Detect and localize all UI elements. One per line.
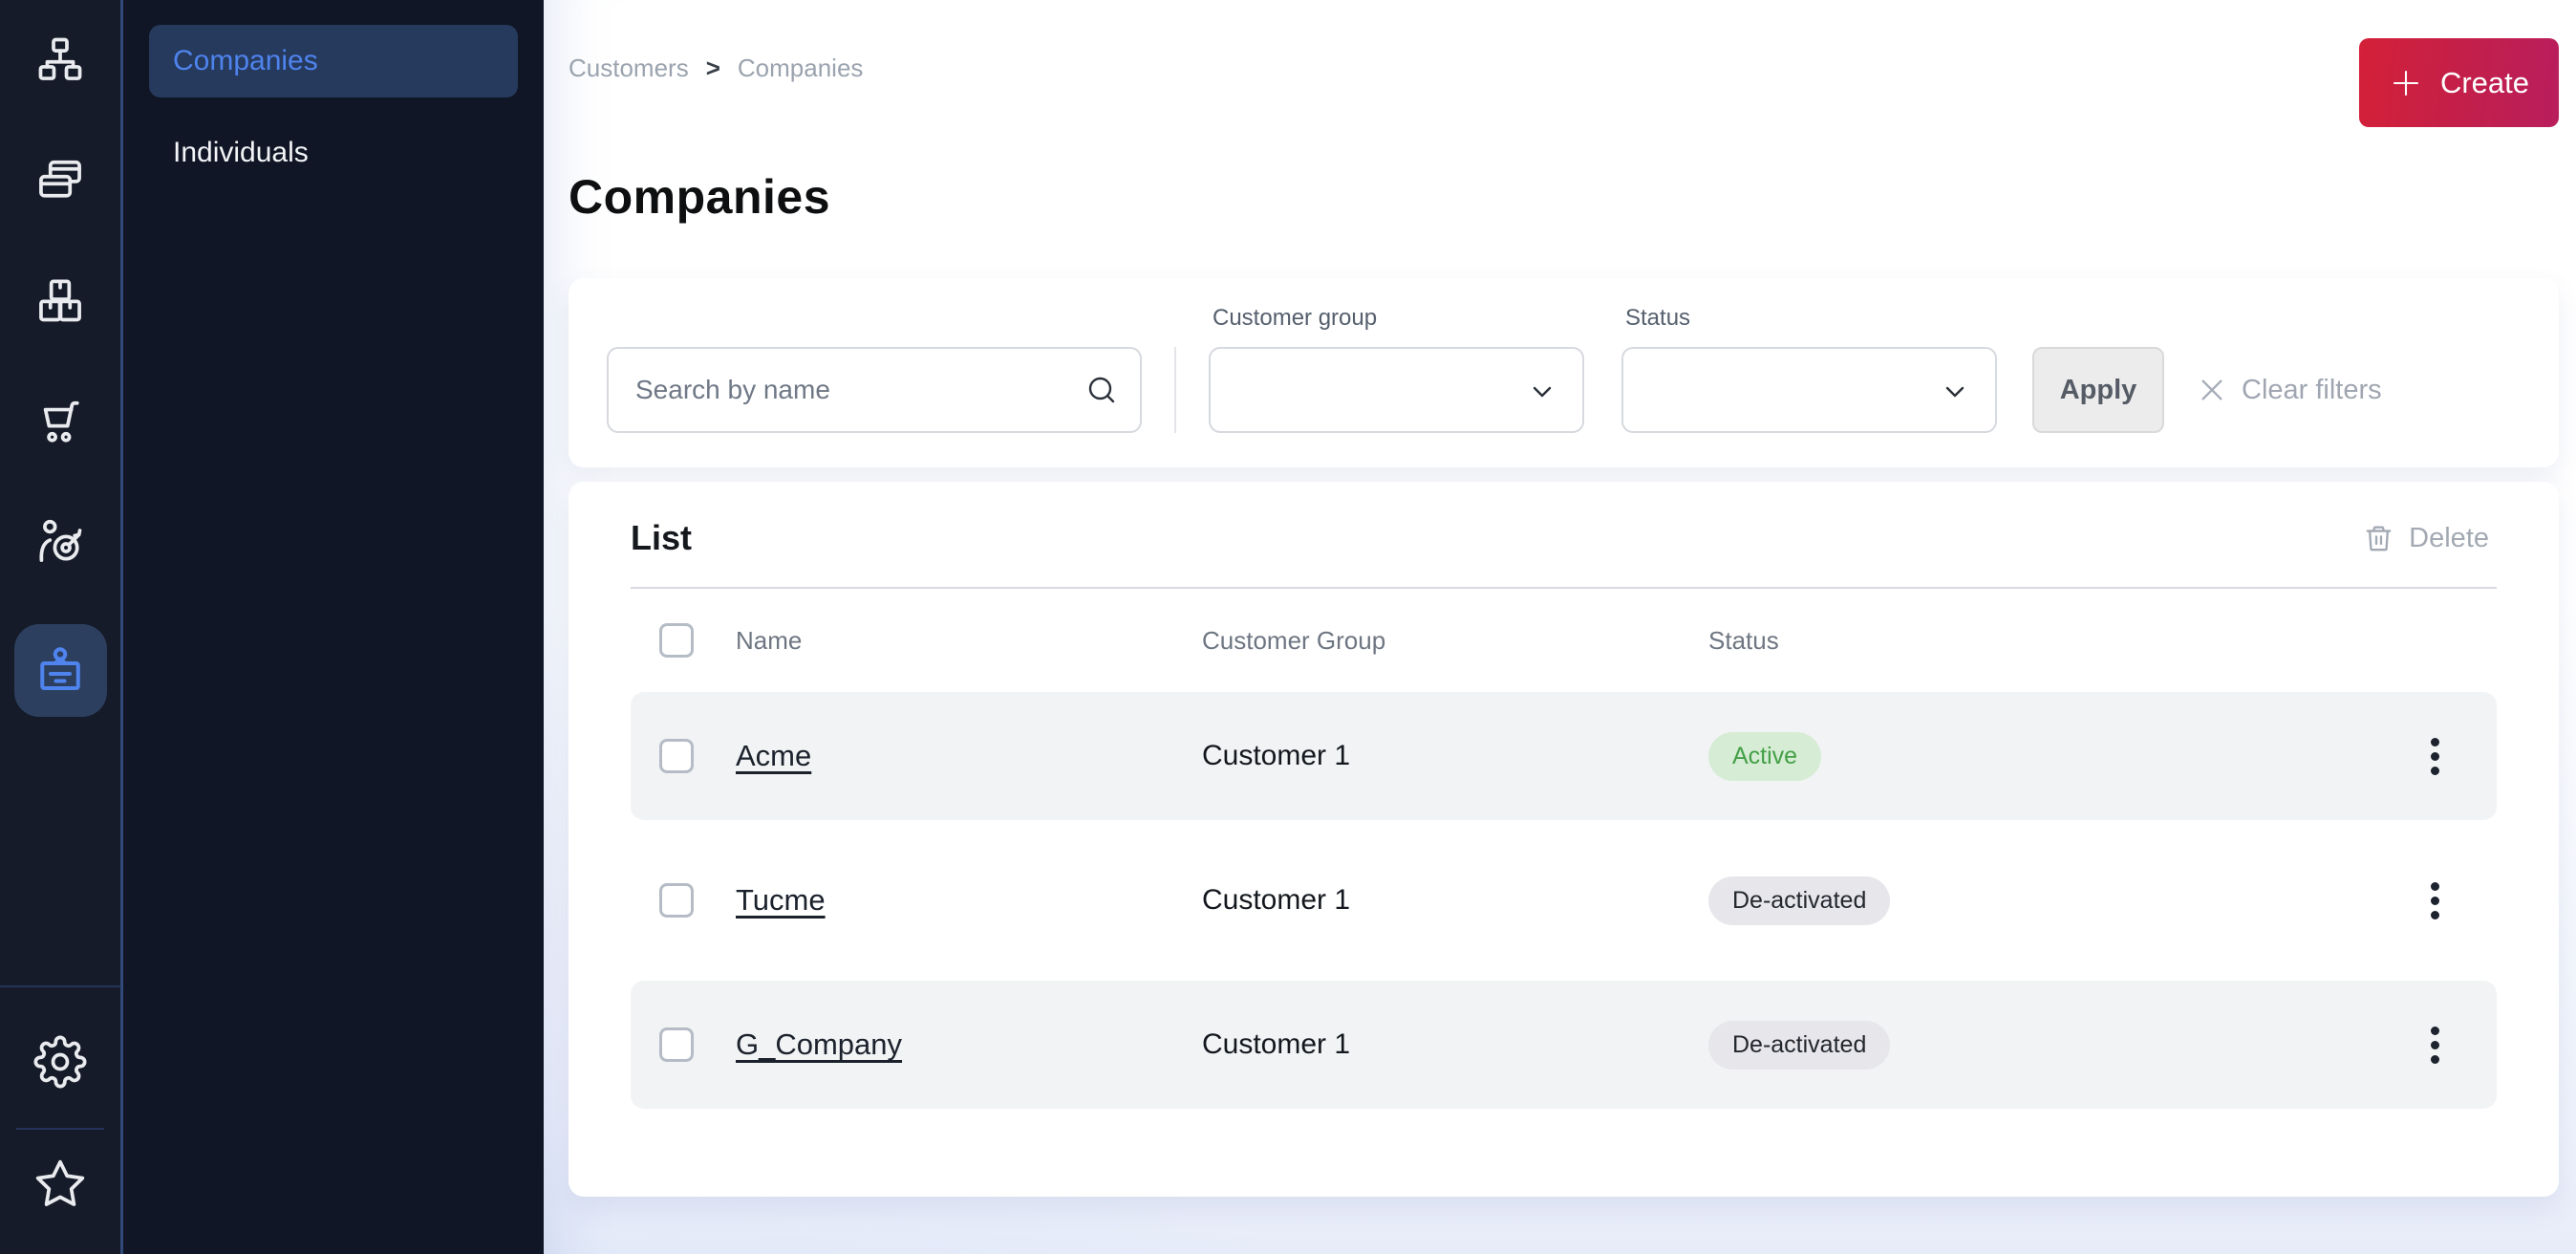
create-button-label: Create bbox=[2440, 66, 2529, 100]
breadcrumb-separator: > bbox=[706, 54, 720, 83]
breadcrumb-companies[interactable]: Companies bbox=[738, 54, 864, 83]
close-icon bbox=[2197, 375, 2227, 405]
list-title: List bbox=[631, 518, 692, 558]
table-row: Acme Customer 1 Active bbox=[631, 692, 2497, 820]
nav-settings-button[interactable] bbox=[0, 1035, 120, 1089]
rail-bottom-section bbox=[0, 985, 120, 1254]
rail-divider bbox=[0, 985, 120, 987]
customer-group-cell: Customer 1 bbox=[1202, 1028, 1708, 1061]
rail-divider-inset bbox=[16, 1128, 104, 1130]
search-icon bbox=[1084, 373, 1119, 407]
status-select[interactable] bbox=[1621, 347, 1997, 433]
customer-group-select[interactable] bbox=[1209, 347, 1584, 433]
list-panel: List Delete Name Customer Group Status A… bbox=[569, 482, 2559, 1197]
sidebar-item-individuals[interactable]: Individuals bbox=[123, 117, 544, 189]
nav-cart-button[interactable] bbox=[0, 394, 120, 447]
products-icon bbox=[33, 273, 87, 327]
table-row: G_Company Customer 1 De-activated bbox=[631, 981, 2497, 1109]
company-name-link[interactable]: Tucme bbox=[736, 883, 1202, 918]
status-badge: De-activated bbox=[1708, 1021, 1890, 1070]
hierarchy-icon bbox=[33, 32, 87, 86]
nav-favorites-button[interactable] bbox=[0, 1157, 120, 1211]
clear-filters-label: Clear filters bbox=[2242, 375, 2382, 406]
status-badge: De-activated bbox=[1708, 876, 1890, 925]
status-filter: Status bbox=[1621, 305, 1997, 433]
nav-hierarchy-button[interactable] bbox=[0, 32, 120, 86]
row-checkbox[interactable] bbox=[659, 883, 694, 918]
chevron-down-icon bbox=[1527, 377, 1557, 407]
star-icon bbox=[33, 1157, 87, 1211]
company-name-link[interactable]: G_Company bbox=[736, 1027, 1202, 1062]
create-button[interactable]: Create bbox=[2359, 38, 2559, 127]
nav-customers-button-active[interactable] bbox=[14, 624, 107, 717]
customer-group-cell: Customer 1 bbox=[1202, 740, 1708, 772]
customer-group-filter: Customer group bbox=[1209, 305, 1584, 433]
status-label: Status bbox=[1621, 305, 1997, 332]
sidebar: Companies Individuals bbox=[123, 0, 544, 1254]
trash-icon bbox=[2363, 523, 2394, 554]
breadcrumb-customers[interactable]: Customers bbox=[569, 54, 689, 83]
topbar: Customers > Companies Create bbox=[569, 38, 2559, 127]
company-name-link[interactable]: Acme bbox=[736, 739, 1202, 773]
sidebar-item-companies[interactable]: Companies bbox=[149, 25, 518, 97]
icon-rail bbox=[0, 0, 123, 1254]
breadcrumb: Customers > Companies bbox=[569, 54, 863, 83]
delete-button[interactable]: Delete bbox=[2363, 523, 2489, 554]
row-actions-kebab[interactable] bbox=[2425, 876, 2445, 925]
column-header-customer-group: Customer Group bbox=[1202, 626, 1708, 656]
apply-button[interactable]: Apply bbox=[2032, 347, 2164, 433]
nav-segments-button[interactable] bbox=[0, 514, 120, 568]
clear-filters-button[interactable]: Clear filters bbox=[2197, 347, 2382, 433]
search-wrap bbox=[607, 347, 1142, 433]
segments-icon bbox=[33, 514, 87, 568]
table-header-row: Name Customer Group Status bbox=[631, 589, 2497, 692]
list-header: List Delete bbox=[631, 518, 2497, 558]
search-input[interactable] bbox=[607, 347, 1142, 433]
sidebar-item-label: Individuals bbox=[173, 137, 309, 169]
plus-icon bbox=[2389, 66, 2423, 100]
column-header-name: Name bbox=[736, 626, 1202, 656]
customers-icon bbox=[32, 642, 89, 700]
row-checkbox[interactable] bbox=[659, 1027, 694, 1062]
customer-group-cell: Customer 1 bbox=[1202, 884, 1708, 917]
filter-divider bbox=[1174, 347, 1176, 433]
sidebar-item-label: Companies bbox=[173, 45, 318, 77]
row-actions-kebab[interactable] bbox=[2425, 1021, 2445, 1070]
status-badge: Active bbox=[1708, 732, 1821, 781]
column-header-status: Status bbox=[1708, 626, 2401, 656]
customer-group-label: Customer group bbox=[1209, 305, 1584, 332]
delete-button-label: Delete bbox=[2409, 523, 2489, 554]
gear-icon bbox=[33, 1035, 87, 1089]
page-title: Companies bbox=[569, 169, 2559, 225]
table-row: Tucme Customer 1 De-activated bbox=[631, 836, 2497, 964]
chevron-down-icon bbox=[1940, 377, 1970, 407]
payments-icon bbox=[33, 153, 87, 206]
row-checkbox[interactable] bbox=[659, 739, 694, 773]
nav-products-button[interactable] bbox=[0, 273, 120, 327]
main-content: Customers > Companies Create Companies C… bbox=[544, 0, 2576, 1254]
row-actions-kebab[interactable] bbox=[2425, 732, 2445, 781]
cart-icon bbox=[33, 394, 87, 447]
select-all-checkbox[interactable] bbox=[659, 623, 694, 658]
filters-panel: Customer group Status Apply Clear fil bbox=[569, 278, 2559, 467]
nav-payments-button[interactable] bbox=[0, 153, 120, 206]
